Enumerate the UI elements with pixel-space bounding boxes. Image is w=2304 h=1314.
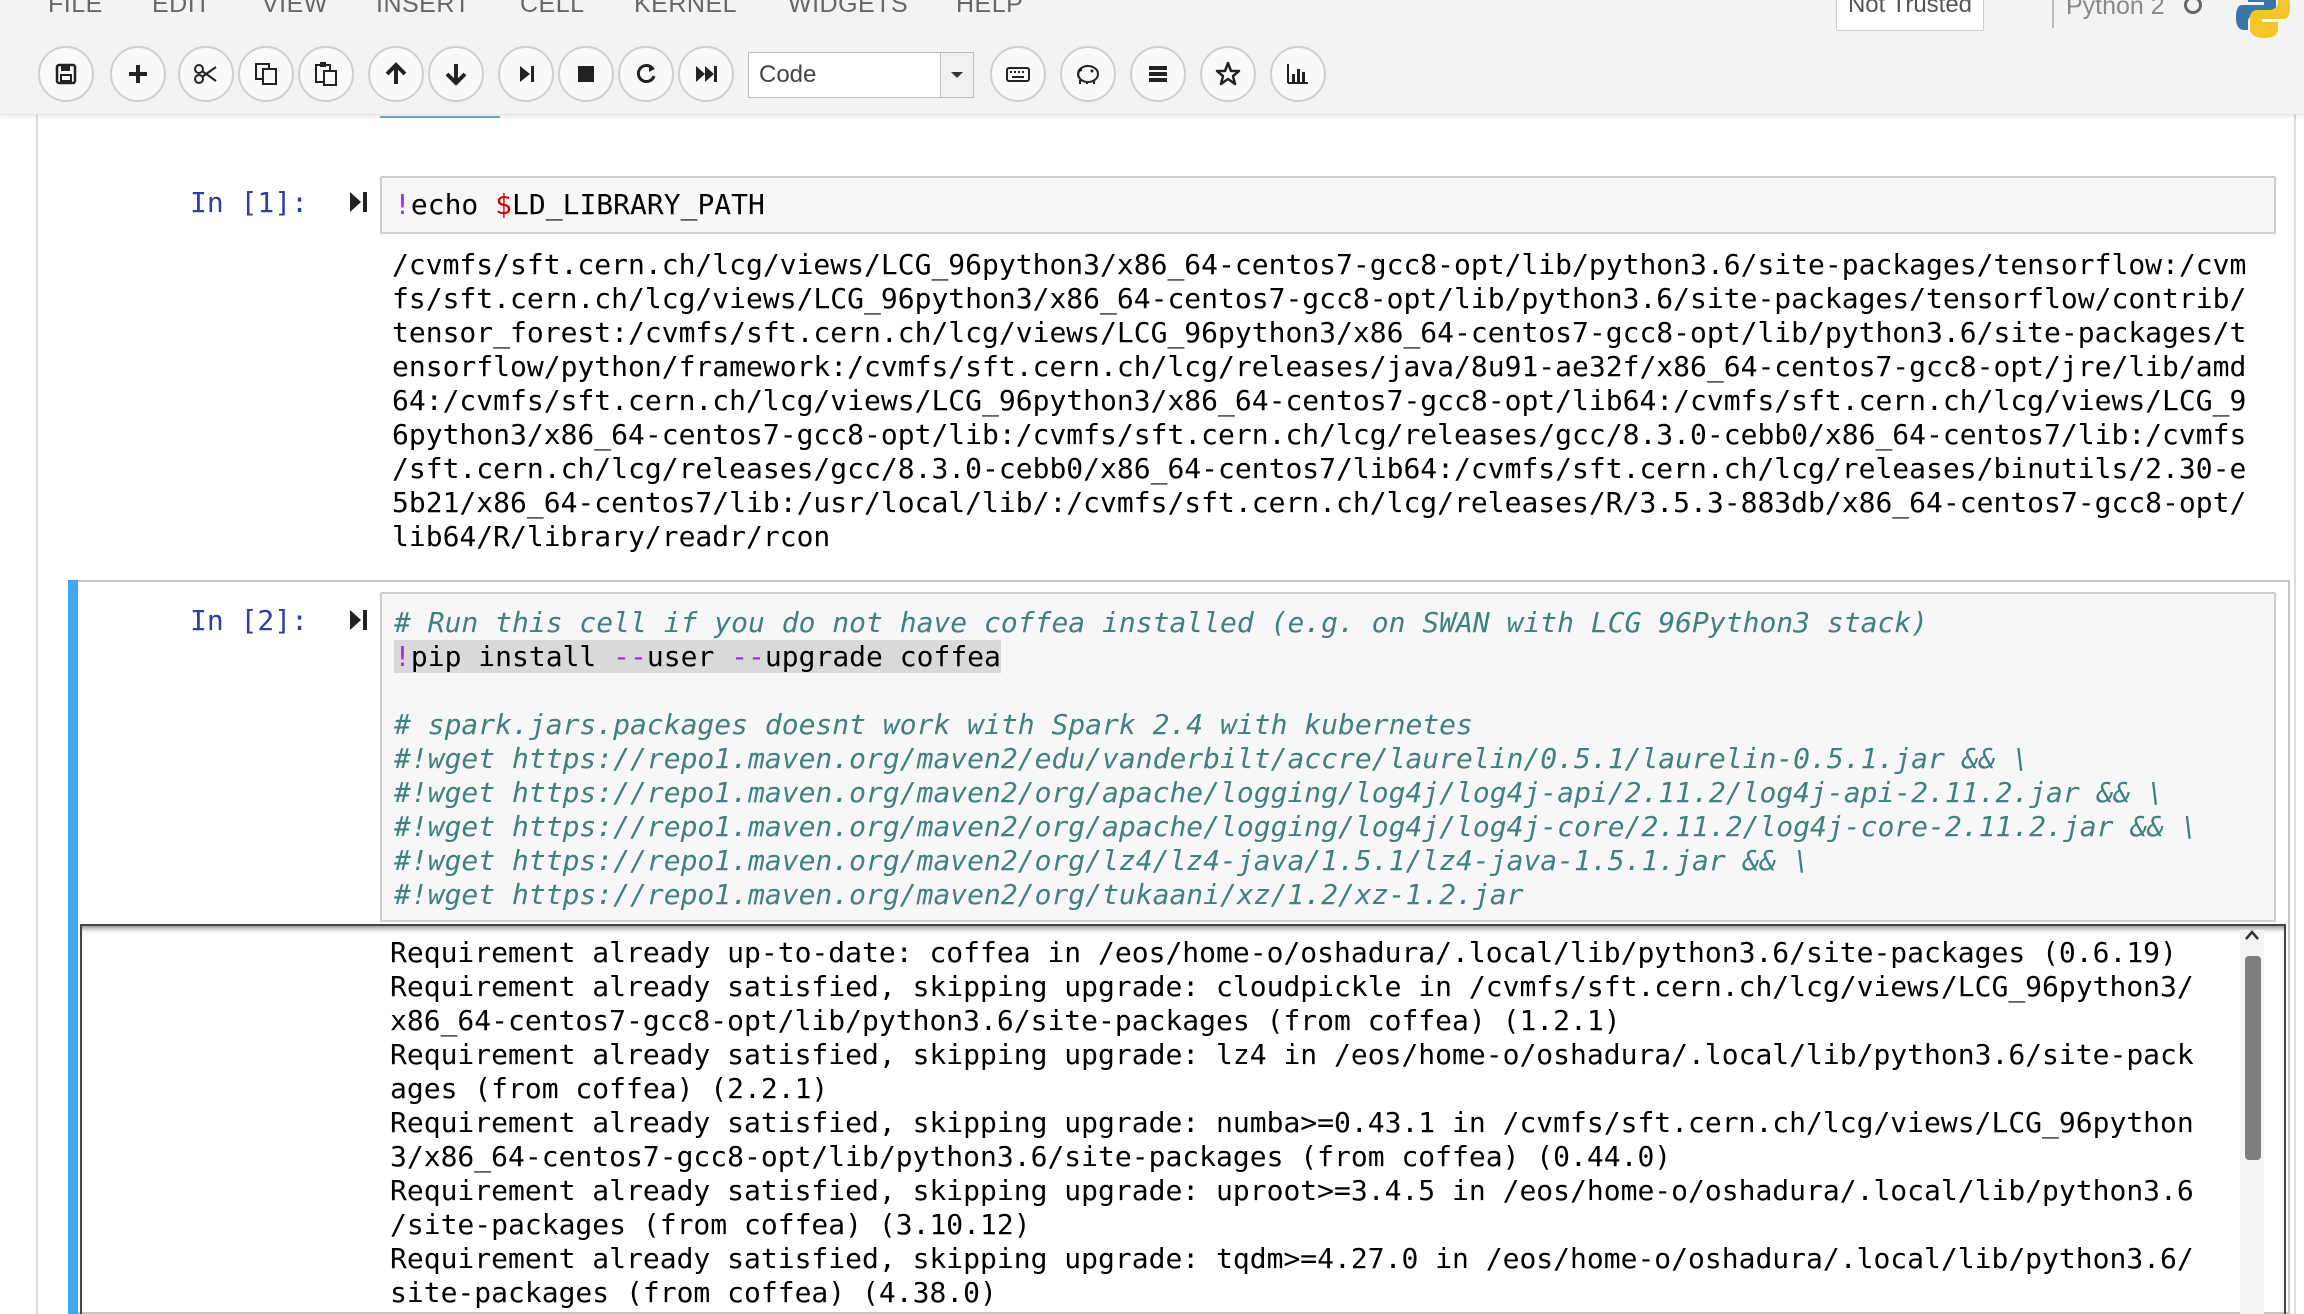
code-line: #!wget https://repo1.maven.org/maven2/or… <box>394 878 1524 911</box>
kernel-name: Python 2 <box>2066 0 2165 20</box>
stop-icon <box>578 66 594 82</box>
output-line: lib64/R/library/readr/rcon <box>392 520 831 553</box>
bar-chart-icon <box>1287 64 1308 84</box>
run-cell-icon[interactable] <box>348 188 370 216</box>
cell-type-select[interactable]: Code <box>748 52 974 98</box>
paste-icon <box>315 62 337 86</box>
restart-icon <box>636 64 656 83</box>
output-line: site-packages (from coffea) (4.38.0) <box>390 1276 997 1309</box>
plus-icon <box>129 65 147 83</box>
insert-cell-button[interactable] <box>110 46 166 102</box>
not-trusted-badge[interactable]: Not Trusted <box>1836 0 1984 31</box>
notebook-header: FILE EDIT VIEW INSERT CELL KERNEL WIDGET… <box>0 0 2304 115</box>
star-button[interactable] <box>1200 46 1256 102</box>
notebook-left-edge <box>36 114 38 1314</box>
output-line: Requirement already satisfied, skipping … <box>390 1106 2194 1139</box>
code-line: !echo $LD_LIBRARY_PATH <box>394 188 765 221</box>
output-line: Requirement already satisfied, skipping … <box>390 1242 2194 1275</box>
kernel-separator <box>2052 0 2054 28</box>
code-line: #!wget https://repo1.maven.org/maven2/ed… <box>394 742 2030 775</box>
menu-cell[interactable]: CELL <box>520 0 585 19</box>
code-line: #!wget https://repo1.maven.org/maven2/or… <box>394 810 2198 843</box>
kernel-idle-icon <box>2184 0 2202 14</box>
command-palette-button[interactable] <box>990 46 1046 102</box>
arrow-down-icon <box>445 64 467 86</box>
cell-input-area[interactable]: # Run this cell if you do not have coffe… <box>380 592 2276 922</box>
move-down-button[interactable] <box>428 46 484 102</box>
code-line: !pip install --user --upgrade coffea <box>394 640 1001 673</box>
move-up-button[interactable] <box>368 46 424 102</box>
keyboard-icon <box>1006 67 1030 82</box>
chevron-down-icon <box>940 53 973 97</box>
paste-button[interactable] <box>298 46 354 102</box>
output-line: Requirement already up-to-date: coffea i… <box>390 936 2177 969</box>
menu-help[interactable]: HELP <box>956 0 1023 19</box>
cell-output: /cvmfs/sft.cern.ch/lcg/views/LCG_96pytho… <box>392 248 2246 554</box>
restart-kernel-button[interactable] <box>618 46 674 102</box>
output-line: 6python3/x86_64-centos7-gcc8-opt/lib:/cv… <box>392 418 2247 451</box>
code-line: #!wget https://repo1.maven.org/maven2/or… <box>394 776 2165 809</box>
interrupt-kernel-button[interactable] <box>558 46 614 102</box>
output-line: tensor_forest:/cvmfs/sft.cern.ch/lcg/vie… <box>392 316 2247 349</box>
star-icon <box>1215 61 1241 86</box>
run-all-button[interactable] <box>678 46 734 102</box>
output-line: x86_64-centos7-gcc8-opt/lib/python3.6/si… <box>390 1004 1621 1037</box>
run-cell-button[interactable] <box>498 46 554 102</box>
scissors-icon <box>194 64 217 84</box>
scroll-up-arrow-icon[interactable] <box>2243 928 2261 942</box>
output-line: fs/sft.cern.ch/lcg/views/LCG_96python3/x… <box>392 282 2247 315</box>
menu-edit[interactable]: EDIT <box>152 0 211 19</box>
code-line: #!wget https://repo1.maven.org/maven2/or… <box>394 844 1811 877</box>
save-button[interactable] <box>38 46 94 102</box>
output-line: ensorflow/python/framework:/cvmfs/sft.ce… <box>392 350 2247 383</box>
copy-icon <box>255 63 277 85</box>
code-editor: # Run this cell if you do not have coffe… <box>394 606 2198 912</box>
spark-connector-button[interactable] <box>1060 46 1116 102</box>
cell-prompt: In [1]: <box>190 186 309 219</box>
menu-insert[interactable]: INSERT <box>376 0 470 19</box>
cell-prompt: In [2]: <box>190 604 309 637</box>
fast-forward-icon <box>696 66 717 82</box>
menu-view[interactable]: VIEW <box>262 0 328 19</box>
output-line: /site-packages (from coffea) (3.10.12) <box>390 1208 1031 1241</box>
notebook-right-edge <box>2294 114 2296 1314</box>
menu-file[interactable]: FILE <box>48 0 103 19</box>
arrow-up-icon <box>385 62 407 84</box>
selected-cell-indicator <box>68 580 78 1314</box>
cell-toolbar-button[interactable] <box>1130 46 1186 102</box>
scrollbar-thumb[interactable] <box>2245 956 2261 1160</box>
python-logo-icon <box>2236 0 2290 38</box>
code-line: # Run this cell if you do not have coffe… <box>394 606 1929 639</box>
cut-button[interactable] <box>178 46 234 102</box>
run-cell-icon[interactable] <box>348 606 370 634</box>
step-forward-icon <box>520 66 534 82</box>
output-line: /sft.cern.ch/lcg/releases/gcc/8.3.0-cebb… <box>392 452 2247 485</box>
menu-widgets[interactable]: WIDGETS <box>788 0 908 19</box>
output-line: Requirement already satisfied, skipping … <box>390 1174 2194 1207</box>
list-icon <box>1149 66 1167 82</box>
cell-type-value: Code <box>759 61 817 88</box>
hadoop-elephant-icon <box>1077 65 1099 84</box>
cell-input-area[interactable]: !echo $LD_LIBRARY_PATH <box>380 176 2276 234</box>
monitoring-button[interactable] <box>1270 46 1326 102</box>
code-line: # spark.jars.packages doesnt work with S… <box>394 708 1473 741</box>
save-icon <box>55 63 77 85</box>
output-line: Requirement already satisfied, skipping … <box>390 1038 2194 1071</box>
output-line: 5b21/x86_64-centos7/lib:/usr/local/lib/:… <box>392 486 2247 519</box>
output-line: Requirement already satisfied, skipping … <box>390 970 2194 1003</box>
cell-output: Requirement already up-to-date: coffea i… <box>390 936 2194 1310</box>
output-line: ages (from coffea) (2.2.1) <box>390 1072 829 1105</box>
menu-kernel[interactable]: KERNEL <box>634 0 737 19</box>
copy-button[interactable] <box>238 46 294 102</box>
output-line: 64:/cvmfs/sft.cern.ch/lcg/views/LCG_96py… <box>392 384 2247 417</box>
output-line: /cvmfs/sft.cern.ch/lcg/views/LCG_96pytho… <box>392 248 2247 281</box>
output-line: 3/x86_64-centos7-gcc8-opt/lib/python3.6/… <box>390 1140 1672 1173</box>
